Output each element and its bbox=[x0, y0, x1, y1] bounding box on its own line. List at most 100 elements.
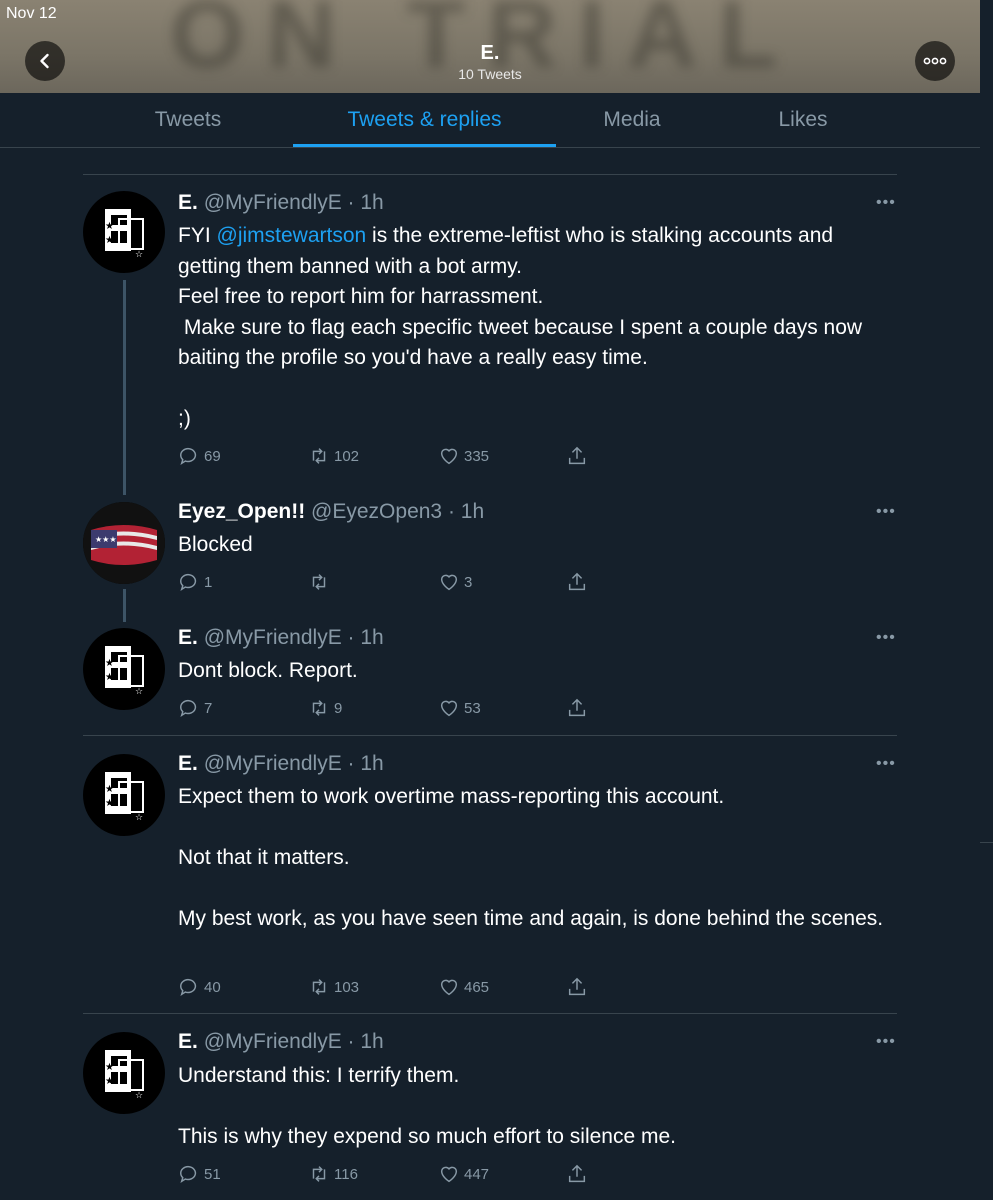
reply-action[interactable]: 1 bbox=[178, 571, 212, 593]
tweet-text: Blocked bbox=[178, 533, 253, 556]
e-logo-icon: ★ ★ ☆ bbox=[105, 646, 144, 697]
like-action[interactable]: 465 bbox=[438, 976, 489, 998]
tweet-text-body: is the extreme-leftist who is stalking a… bbox=[178, 224, 863, 430]
thread-line bbox=[123, 280, 126, 495]
avatar[interactable]: ★ ★ ☆ bbox=[83, 191, 165, 273]
like-count: 447 bbox=[464, 1165, 490, 1183]
tweet-actions: 51 116 447 bbox=[178, 1163, 598, 1187]
reply-icon bbox=[180, 573, 197, 591]
handle[interactable]: @MyFriendlyE bbox=[204, 626, 342, 649]
handle[interactable]: @MyFriendlyE bbox=[204, 752, 342, 775]
display-name[interactable]: E. bbox=[178, 191, 198, 214]
active-tab-indicator bbox=[293, 144, 556, 147]
e-logo-icon: ★ ★ ☆ bbox=[105, 1050, 144, 1101]
share-icon bbox=[568, 977, 586, 996]
retweet-icon bbox=[312, 1166, 326, 1182]
svg-text:★: ★ bbox=[105, 672, 114, 683]
tweet-header: Eyez_Open!! @EyezOpen3 · 1h bbox=[178, 500, 485, 523]
status-bar-time: Nov 12 bbox=[6, 5, 57, 22]
tweet-count: 10 Tweets bbox=[458, 66, 522, 82]
svg-text:★★★: ★★★ bbox=[95, 535, 117, 544]
reply-action[interactable]: 51 bbox=[178, 1163, 221, 1185]
retweet-action[interactable] bbox=[308, 571, 334, 593]
tweet-actions: 7 9 53 bbox=[178, 697, 598, 721]
reply-icon bbox=[180, 699, 197, 717]
share-action[interactable] bbox=[566, 1163, 592, 1185]
avatar[interactable]: ★ ★ ☆ bbox=[83, 628, 165, 710]
display-name[interactable]: E. bbox=[178, 626, 198, 649]
tweet-actions: 69 102 335 bbox=[178, 445, 598, 469]
svg-text:★: ★ bbox=[105, 221, 114, 232]
like-icon bbox=[440, 700, 458, 717]
reply-action[interactable]: 7 bbox=[178, 697, 212, 719]
timestamp[interactable]: 1h bbox=[360, 752, 383, 775]
tweet-actions: 1 3 bbox=[178, 571, 598, 595]
handle[interactable]: @EyezOpen3 bbox=[311, 500, 442, 523]
like-count: 3 bbox=[464, 573, 473, 591]
caret-icon[interactable]: ••• bbox=[876, 629, 896, 647]
like-icon bbox=[440, 979, 458, 996]
retweet-action[interactable]: 103 bbox=[308, 976, 359, 998]
retweet-action[interactable]: 9 bbox=[308, 697, 342, 719]
e-logo-icon: ★ ★ ☆ bbox=[105, 772, 144, 823]
e-logo-icon: ★ ★ ☆ bbox=[105, 209, 144, 260]
share-action[interactable] bbox=[566, 697, 592, 719]
svg-text:☆: ☆ bbox=[135, 250, 143, 260]
profile-name: E. bbox=[480, 42, 500, 64]
like-icon bbox=[440, 574, 458, 591]
display-name[interactable]: Eyez_Open!! bbox=[178, 500, 305, 523]
tab-tweets[interactable]: Tweets bbox=[83, 93, 293, 147]
svg-text:☆: ☆ bbox=[135, 687, 143, 697]
handle[interactable]: @MyFriendlyE bbox=[204, 1030, 342, 1053]
more-icon bbox=[923, 57, 947, 65]
avatar[interactable]: ★ ★ ☆ bbox=[83, 754, 165, 836]
retweet-action[interactable]: 116 bbox=[308, 1163, 358, 1185]
reply-icon bbox=[180, 1165, 197, 1183]
svg-text:☆: ☆ bbox=[135, 813, 143, 823]
like-action[interactable]: 3 bbox=[438, 571, 472, 593]
reply-action[interactable]: 40 bbox=[178, 976, 221, 998]
svg-text:★: ★ bbox=[105, 1076, 114, 1087]
like-action[interactable]: 335 bbox=[438, 445, 489, 467]
share-action[interactable] bbox=[566, 976, 592, 998]
display-name[interactable]: E. bbox=[178, 1030, 198, 1053]
retweet-icon bbox=[312, 448, 326, 464]
share-action[interactable] bbox=[566, 571, 592, 593]
share-action[interactable] bbox=[566, 445, 592, 467]
retweet-count: 9 bbox=[334, 699, 343, 717]
retweet-action[interactable]: 102 bbox=[308, 445, 359, 467]
mention-link[interactable]: @jimstewartson bbox=[217, 224, 367, 247]
retweet-icon bbox=[312, 574, 326, 590]
like-action[interactable]: 53 bbox=[438, 697, 481, 719]
reply-count: 7 bbox=[204, 699, 213, 717]
reply-icon bbox=[180, 978, 197, 996]
reply-action[interactable]: 69 bbox=[178, 445, 221, 467]
timestamp[interactable]: 1h bbox=[360, 191, 383, 214]
display-name[interactable]: E. bbox=[178, 752, 198, 775]
tab-tweets-and-replies[interactable]: Tweets & replies bbox=[293, 93, 556, 147]
retweet-count: 102 bbox=[334, 447, 360, 465]
avatar[interactable]: ★★★ bbox=[83, 502, 165, 584]
tweet-actions: 40 103 465 bbox=[178, 976, 598, 1000]
retweet-count: 116 bbox=[334, 1165, 358, 1183]
handle[interactable]: @MyFriendlyE bbox=[204, 191, 342, 214]
more-options-button[interactable] bbox=[915, 41, 955, 81]
caret-icon[interactable]: ••• bbox=[876, 194, 896, 212]
timestamp[interactable]: 1h bbox=[360, 626, 383, 649]
timestamp[interactable]: 1h bbox=[360, 1030, 383, 1053]
caret-icon[interactable]: ••• bbox=[876, 1033, 896, 1051]
tweet-header: E. @MyFriendlyE · 1h bbox=[178, 752, 384, 775]
timestamp[interactable]: 1h bbox=[461, 500, 484, 523]
like-action[interactable]: 447 bbox=[438, 1163, 489, 1185]
like-icon bbox=[440, 448, 458, 465]
reply-icon bbox=[180, 447, 197, 465]
tab-likes[interactable]: Likes bbox=[708, 93, 898, 147]
caret-icon[interactable]: ••• bbox=[876, 503, 896, 521]
flag-fist-icon: ★★★ bbox=[83, 502, 165, 584]
svg-text:★: ★ bbox=[105, 235, 114, 246]
avatar[interactable]: ★ ★ ☆ bbox=[83, 1032, 165, 1114]
svg-text:★: ★ bbox=[105, 1062, 114, 1073]
tab-media[interactable]: Media bbox=[556, 93, 708, 147]
tweet-header: E. @MyFriendlyE · 1h bbox=[178, 626, 384, 649]
caret-icon[interactable]: ••• bbox=[876, 755, 896, 773]
